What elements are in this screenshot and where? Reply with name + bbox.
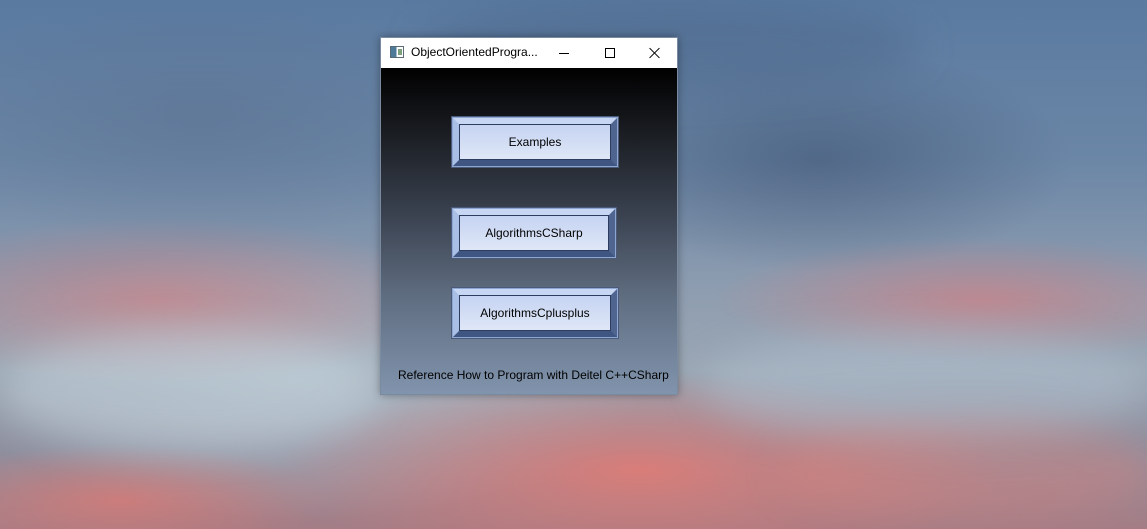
maximize-icon: [605, 48, 615, 58]
minimize-button[interactable]: [541, 38, 587, 68]
close-button[interactable]: [631, 38, 677, 68]
algorithms-cplusplus-button[interactable]: AlgorithmsCplusplus: [451, 287, 619, 339]
minimize-icon: [559, 52, 569, 54]
reference-label: Reference How to Program with Deitel C++…: [398, 368, 669, 382]
app-window-icon[interactable]: [390, 46, 404, 58]
wallpaper-cloud: [780, 420, 1147, 520]
examples-button[interactable]: Examples: [451, 116, 619, 168]
window-titlebar[interactable]: ObjectOrientedProgra...: [381, 38, 677, 68]
examples-button-label: Examples: [459, 124, 611, 160]
window-client-area: Examples AlgorithmsCSharp AlgorithmsCplu…: [381, 68, 677, 394]
algorithms-csharp-button[interactable]: AlgorithmsCSharp: [451, 207, 617, 259]
window-title: ObjectOrientedProgra...: [411, 45, 538, 59]
close-icon: [648, 47, 660, 59]
algorithms-csharp-button-label: AlgorithmsCSharp: [459, 215, 609, 251]
maximize-button[interactable]: [587, 38, 633, 68]
wallpaper-cloud: [0, 330, 380, 450]
application-window: ObjectOrientedProgra... Examples Algorit…: [380, 37, 678, 395]
desktop-wallpaper: ObjectOrientedProgra... Examples Algorit…: [0, 0, 1147, 529]
algorithms-cplusplus-button-label: AlgorithmsCplusplus: [459, 295, 611, 331]
